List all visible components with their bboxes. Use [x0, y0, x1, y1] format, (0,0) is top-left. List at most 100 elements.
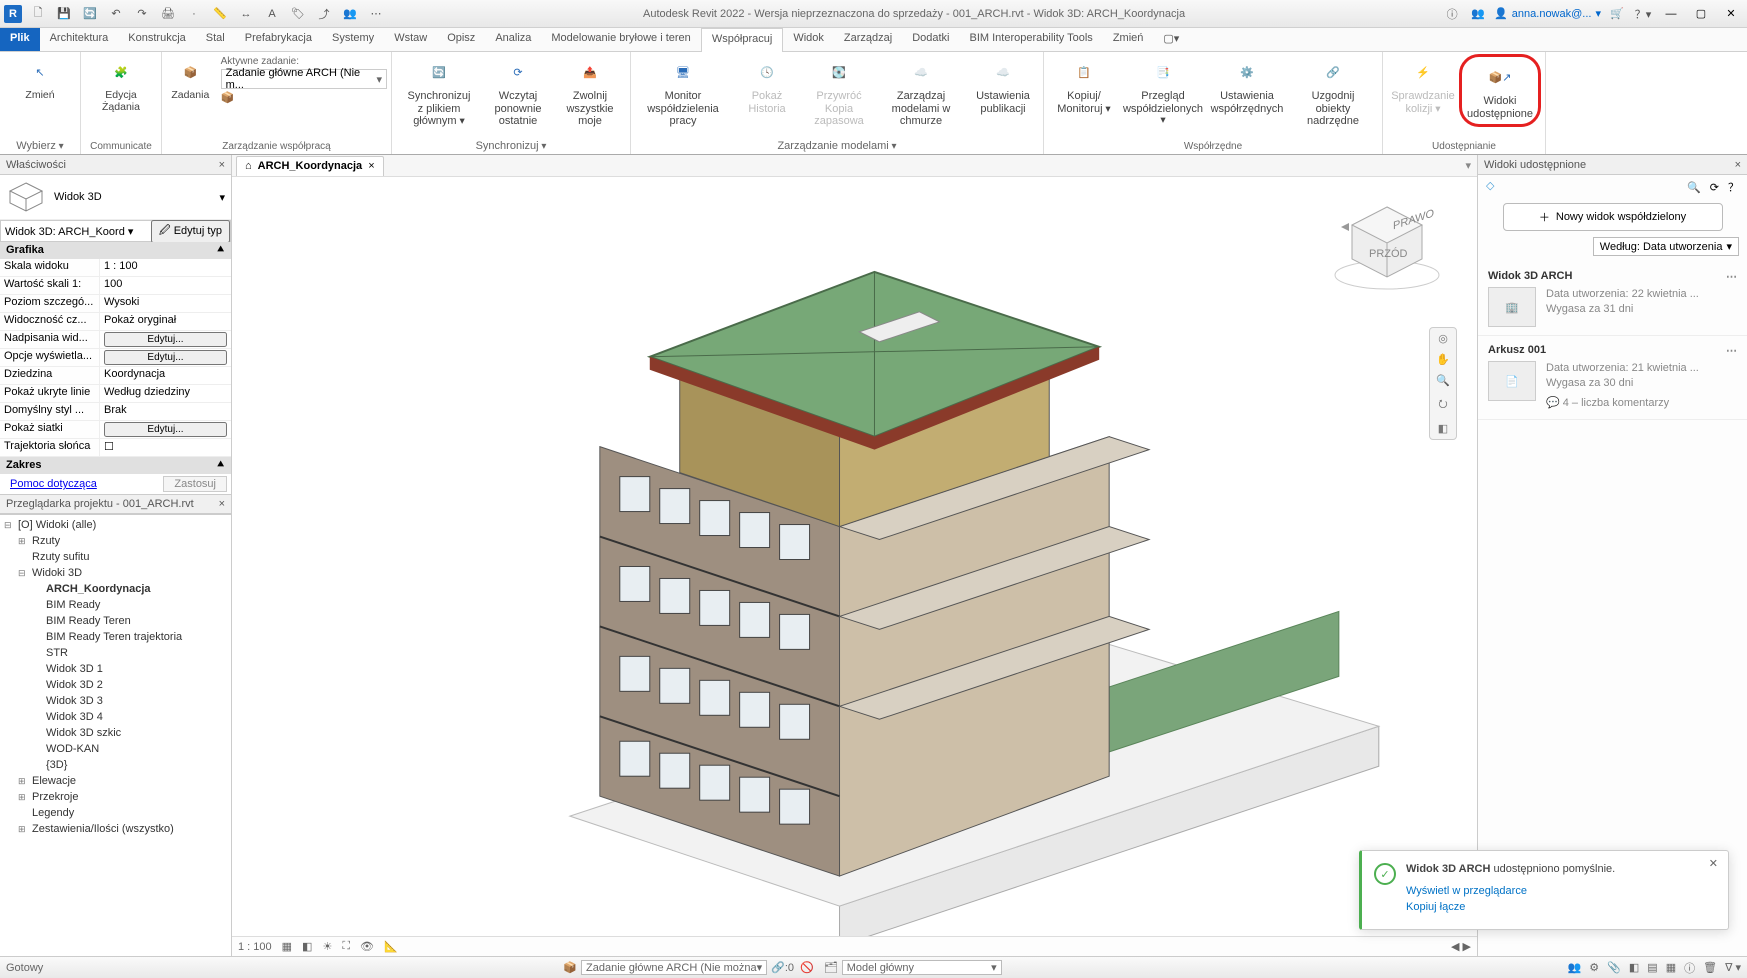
vc-icon[interactable]: ⛶	[342, 940, 350, 953]
tab-overflow-icon[interactable]: ▾	[1465, 159, 1477, 172]
property-row[interactable]: Poziom szczegó...Wysoki	[0, 295, 231, 313]
sb-icon[interactable]: ⓘ	[1684, 960, 1695, 976]
qat-redo-icon[interactable]: ↷	[132, 4, 152, 24]
user-account[interactable]: 👤 anna.nowak@... ▾	[1494, 7, 1601, 20]
workset-icon[interactable]: 📦	[563, 961, 577, 974]
apply-button[interactable]: Zastosuj	[163, 476, 227, 492]
vc-scroll-icon[interactable]: ◀ ▶	[1451, 940, 1471, 953]
tree-leaf[interactable]: {3D}	[32, 757, 227, 773]
tab-box-icon[interactable]: ▢▾	[1153, 28, 1189, 51]
tab-współpracuj[interactable]: Współpracuj	[701, 28, 784, 52]
link-icon[interactable]: 🔗	[771, 961, 785, 974]
tree-leaf[interactable]: Widok 3D 3	[32, 693, 227, 709]
tab-wstaw[interactable]: Wstaw	[384, 28, 437, 51]
scale-label[interactable]: 1 : 100	[238, 941, 272, 953]
tree-leaf[interactable]: ARCH_Koordynacja	[32, 581, 227, 597]
viewcube[interactable]: PRZÓD PRAWO	[1327, 197, 1447, 297]
design-option-dropdown[interactable]: Model główny ▾	[842, 960, 1002, 975]
qat-dimension-icon[interactable]: ↔	[236, 4, 256, 24]
cube-icon[interactable]: ◧	[1438, 422, 1448, 435]
property-row[interactable]: Wartość skali 1:100	[0, 277, 231, 295]
edit-button[interactable]: Edytuj...	[104, 332, 227, 347]
property-row[interactable]: Trajektoria słońca☐	[0, 439, 231, 457]
orbit-icon[interactable]: ⭮	[1438, 395, 1447, 414]
tree-node[interactable]: Przekroje	[18, 789, 227, 805]
maximize-button[interactable]: ▢	[1689, 4, 1713, 24]
qat-members-icon[interactable]: 👥	[340, 4, 360, 24]
tree-leaf[interactable]: Widok 3D 1	[32, 661, 227, 677]
section-zakres[interactable]: Zakres⯅	[0, 457, 231, 474]
tree-node-widoki3d[interactable]: Widoki 3D ARCH_KoordynacjaBIM ReadyBIM R…	[18, 565, 227, 773]
tab-systemy[interactable]: Systemy	[322, 28, 384, 51]
qat-sync-icon[interactable]: 🔄	[80, 4, 100, 24]
sb-icon[interactable]: ⚙	[1589, 961, 1599, 974]
qat-undo-icon[interactable]: ↶	[106, 4, 126, 24]
property-row[interactable]: Widoczność cz...Pokaż oryginał	[0, 313, 231, 331]
sb-icon[interactable]: ∇ ▾	[1725, 961, 1741, 974]
close-icon[interactable]: ×	[219, 498, 225, 510]
tab-bim-interoperability-tools[interactable]: BIM Interoperability Tools	[960, 28, 1103, 51]
active-task-dropdown[interactable]: Zadanie główne ARCH (Nie m...▾	[221, 69, 387, 89]
canvas-viewport[interactable]: PRZÓD PRAWO ◎ ✋ 🔍 ⭮ ◧	[232, 177, 1477, 936]
more-icon[interactable]: ⋯	[1726, 270, 1737, 283]
info-icon[interactable]: ⓘ	[1442, 4, 1462, 24]
qat-text-icon[interactable]: A	[262, 4, 282, 24]
sync-central-button[interactable]: 🔄 Synchronizujz plikiem głównym ▾	[396, 54, 482, 130]
tree-node[interactable]: Elewacje	[18, 773, 227, 789]
tab-close-icon[interactable]: ×	[368, 160, 374, 172]
edit-requests-button[interactable]: 🧩 Edycja Żądania	[85, 54, 157, 115]
tree-leaf[interactable]: BIM Ready Teren	[32, 613, 227, 629]
copy-monitor-button[interactable]: 📋 Kopiuj/Monitoruj ▾	[1048, 54, 1120, 117]
sb-icon[interactable]: ▤	[1647, 961, 1657, 974]
modify-button[interactable]: ↖ Zmień	[4, 54, 76, 104]
shared-views-button[interactable]: 📦↗ Widokiudostępnione	[1464, 59, 1536, 122]
cart-icon[interactable]: 🛒	[1607, 4, 1627, 24]
coordination-settings-button[interactable]: ⚙️ Ustawieniawspółrzędnych	[1206, 54, 1288, 117]
tree-node[interactable]: Legendy	[18, 805, 227, 821]
sort-dropdown[interactable]: Według: Data utworzenia▾	[1593, 237, 1739, 256]
instance-selector[interactable]: Widok 3D: ARCH_Koord ▾	[1, 225, 151, 238]
tab-dodatki[interactable]: Dodatki	[902, 28, 959, 51]
tab-opisz[interactable]: Opisz	[437, 28, 485, 51]
type-dropdown-arrow[interactable]: ▾	[219, 191, 225, 204]
search-icon[interactable]: 🔍	[1687, 182, 1701, 194]
property-row[interactable]: Skala widoku1 : 100	[0, 259, 231, 277]
tree-leaf[interactable]: WOD-KAN	[32, 741, 227, 757]
close-button[interactable]: ✕	[1719, 4, 1743, 24]
property-row[interactable]: DziedzinaKoordynacja	[0, 367, 231, 385]
reconcile-hosting-button[interactable]: 🔗 Uzgodnijobiekty nadrzędne	[1288, 54, 1378, 130]
tree-leaf[interactable]: STR	[32, 645, 227, 661]
tree-leaf[interactable]: BIM Ready	[32, 597, 227, 613]
tab-widok[interactable]: Widok	[783, 28, 834, 51]
publish-settings-button[interactable]: ☁️ Ustawieniapublikacji	[967, 54, 1039, 117]
close-icon[interactable]: ×	[1735, 159, 1741, 171]
tree-root[interactable]: [O] Widoki (alle) Rzuty Rzuty sufitu Wid…	[4, 517, 227, 837]
sb-icon[interactable]: 🗑	[1703, 961, 1717, 974]
shared-view-item[interactable]: Widok 3D ARCH⋯ 🏢 Data utworzenia: 22 kwi…	[1478, 262, 1747, 336]
vc-icon[interactable]: ☀	[322, 940, 332, 953]
vc-icon[interactable]: ▦	[282, 940, 292, 953]
tree-leaf[interactable]: Widok 3D 2	[32, 677, 227, 693]
tab-stal[interactable]: Stal	[196, 28, 235, 51]
tree-node[interactable]: Rzuty sufitu	[18, 549, 227, 565]
edit-button[interactable]: Edytuj...	[104, 422, 227, 437]
relinquish-button[interactable]: 📤 Zwolnijwszystkie moje	[554, 54, 626, 130]
tree-leaf[interactable]: BIM Ready Teren trajektoria	[32, 629, 227, 645]
more-icon[interactable]: ⋯	[1726, 344, 1737, 357]
property-row[interactable]: Pokaż ukryte linieWedług dziedziny	[0, 385, 231, 403]
view-in-browser-link[interactable]: Wyświetl w przeglądarce	[1406, 883, 1692, 899]
tab-modelowanie-bryłowe-i-teren[interactable]: Modelowanie bryłowe i teren	[541, 28, 700, 51]
property-row[interactable]: Opcje wyświetla...Edytuj...	[0, 349, 231, 367]
navigation-bar[interactable]: ◎ ✋ 🔍 ⭮ ◧	[1429, 327, 1457, 440]
minimize-button[interactable]: —	[1659, 4, 1683, 24]
qat-measure-icon[interactable]: 📏	[210, 4, 230, 24]
tab-zmień[interactable]: Zmień	[1103, 28, 1154, 51]
property-row[interactable]: Pokaż siatkiEdytuj...	[0, 421, 231, 439]
property-row[interactable]: Domyślny styl ...Brak	[0, 403, 231, 421]
people-icon[interactable]: 👥	[1468, 4, 1488, 24]
new-shared-view-button[interactable]: ＋ Nowy widok współdzielony	[1503, 203, 1723, 231]
refresh-icon[interactable]: ⟳	[1710, 182, 1719, 194]
layers-icon[interactable]: 🗂	[824, 961, 838, 974]
help-icon[interactable]: ？▾	[1633, 4, 1653, 24]
zoom-icon[interactable]: 🔍	[1436, 374, 1450, 387]
